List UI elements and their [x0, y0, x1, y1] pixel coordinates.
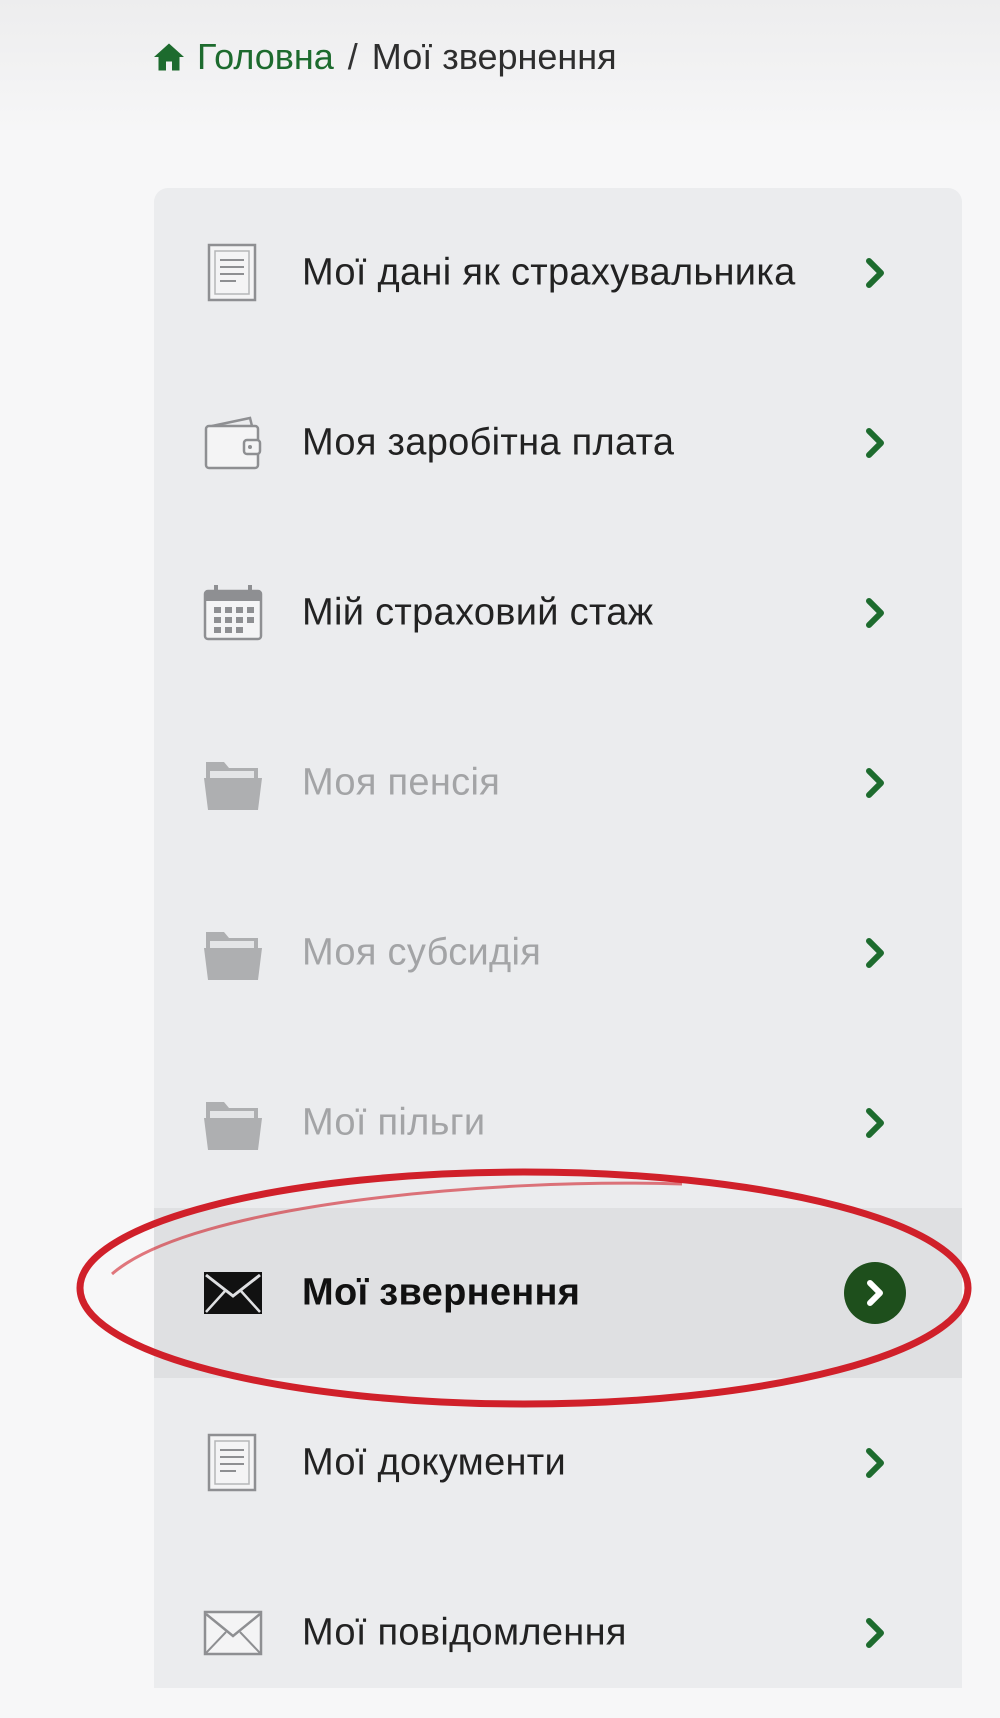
breadcrumb: Головна / Мої звернення	[151, 32, 617, 82]
folder-icon	[200, 1090, 266, 1156]
chevron-right-icon	[866, 428, 884, 458]
menu-item-label: Мої дані як страхувальника	[302, 251, 796, 294]
menu-item-label: Моя заробітна плата	[302, 421, 675, 464]
wallet-icon	[200, 410, 266, 476]
envelope-icon	[200, 1260, 266, 1326]
menu-item-pension[interactable]: Моя пенсія	[154, 698, 962, 868]
menu-item-label: Мої документи	[302, 1441, 567, 1484]
menu-item-label: Мої звернення	[302, 1271, 581, 1314]
menu-item-benefits[interactable]: Мої пільги	[154, 1038, 962, 1208]
folder-icon	[200, 920, 266, 986]
breadcrumb-home-link[interactable]: Головна	[197, 36, 334, 78]
side-menu: Мої дані як страхувальника Моя заробітна…	[154, 188, 962, 1688]
menu-item-label: Мої повідомлення	[302, 1611, 627, 1654]
menu-item-salary[interactable]: Моя заробітна плата	[154, 358, 962, 528]
breadcrumb-separator: /	[347, 36, 358, 77]
chevron-right-icon	[866, 768, 884, 798]
menu-item-insurance-record[interactable]: Мій страховий стаж	[154, 528, 962, 698]
menu-item-appeals[interactable]: Мої звернення	[154, 1208, 962, 1378]
chevron-right-icon	[866, 1108, 884, 1138]
chevron-right-icon	[866, 258, 884, 288]
folder-icon	[200, 750, 266, 816]
menu-item-label: Мої пільги	[302, 1101, 486, 1144]
menu-item-subsidy[interactable]: Моя субсидія	[154, 868, 962, 1038]
chevron-right-icon	[866, 598, 884, 628]
top-bar: Головна / Мої звернення	[0, 0, 1000, 130]
document-icon	[200, 1430, 266, 1496]
chevron-right-icon	[866, 1618, 884, 1648]
breadcrumb-current: Мої звернення	[371, 36, 617, 77]
home-icon[interactable]	[151, 39, 187, 75]
menu-item-label: Моя пенсія	[302, 761, 501, 804]
menu-item-label: Моя субсидія	[302, 931, 542, 974]
menu-item-insurer-data[interactable]: Мої дані як страхувальника	[154, 188, 962, 358]
envelope-outline-icon	[200, 1600, 266, 1666]
menu-item-notifications[interactable]: Мої повідомлення	[154, 1548, 962, 1718]
document-icon	[200, 240, 266, 306]
chevron-right-circle-icon	[844, 1262, 906, 1324]
chevron-right-icon	[866, 1448, 884, 1478]
menu-item-label: Мій страховий стаж	[302, 591, 654, 634]
calendar-icon	[200, 580, 266, 646]
menu-item-documents[interactable]: Мої документи	[154, 1378, 962, 1548]
chevron-right-icon	[866, 938, 884, 968]
